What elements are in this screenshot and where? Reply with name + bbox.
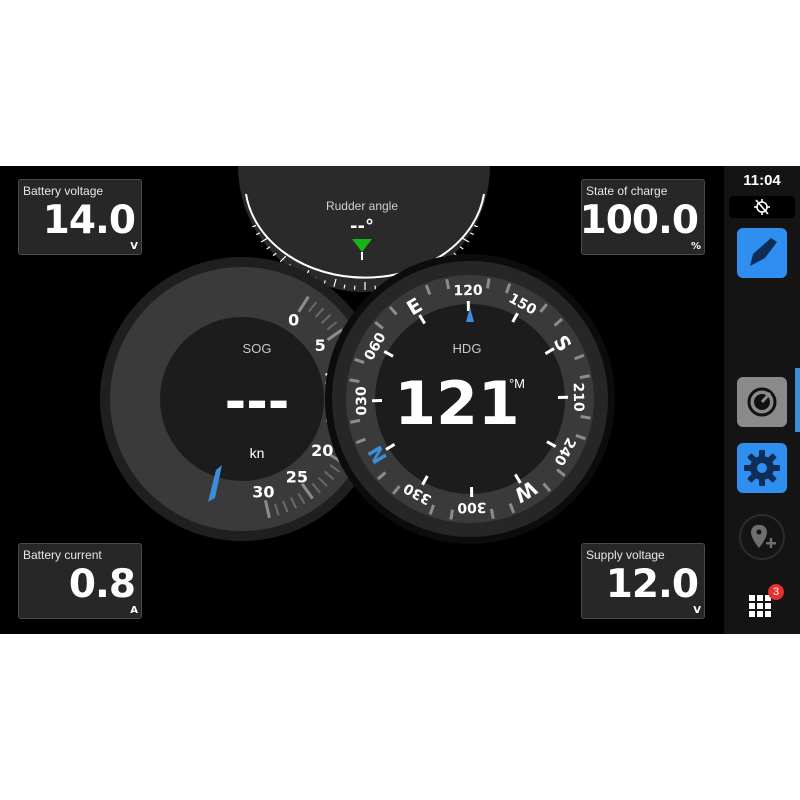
supply-voltage-box[interactable]: Supply voltage 12.0 V [581, 543, 705, 619]
state-of-charge-box[interactable]: State of charge 100.0 % [579, 179, 705, 255]
add-waypoint-button[interactable] [737, 512, 787, 562]
rudder-angle-value: --° [350, 216, 374, 237]
hdg-label: HDG [453, 341, 482, 356]
sidebar: 11:04 [724, 166, 800, 634]
no-gps-icon [754, 199, 770, 215]
compass-label: 120 [453, 283, 483, 300]
sog-tick-label: 25 [286, 468, 308, 487]
sog-value: --- [225, 372, 290, 432]
state-of-charge-unit: % [690, 241, 701, 252]
compass-tick [349, 378, 360, 383]
hdg-value: 121 [394, 369, 519, 439]
vessel-button[interactable] [737, 228, 787, 278]
state-of-charge-label: State of charge [586, 184, 668, 198]
sog-tick-label: 30 [252, 483, 274, 502]
sog-tick-label: 20 [311, 441, 333, 460]
rudder-tick [473, 224, 478, 228]
notification-badge: 3 [768, 584, 784, 600]
supply-voltage-value: 12.0 [605, 562, 699, 607]
battery-voltage-label: Battery voltage [23, 184, 104, 198]
instrument-screen: Rudder angle --° 051015202530 SOG --- kn… [0, 166, 800, 634]
rudder-tick [469, 232, 475, 236]
clock: 11:04 [743, 172, 781, 189]
state-of-charge-value: 100.0 [579, 198, 699, 243]
compass-tick [486, 278, 491, 289]
battery-current-box[interactable]: Battery current 0.8 A [18, 543, 142, 619]
battery-voltage-unit: V [130, 241, 138, 252]
sog-tick-label: 5 [315, 336, 326, 355]
compass-tick [579, 374, 591, 380]
add-waypoint-icon [739, 514, 785, 560]
battery-current-value: 0.8 [68, 562, 136, 607]
hdg-unit: °M [509, 376, 525, 391]
supply-voltage-unit: V [693, 605, 701, 616]
compass-tick [349, 418, 361, 424]
rudder-angle-label: Rudder angle [326, 199, 398, 213]
compass-label: 030 [354, 386, 371, 416]
compass-tick [449, 509, 454, 520]
battery-current-label: Battery current [23, 548, 102, 562]
boat-icon [750, 238, 777, 266]
sog-label: SOG [243, 341, 272, 356]
heading-gauge: N030060E120 150S210240W300330 HDG 121 °M [325, 254, 615, 544]
rudder-tick [343, 284, 346, 289]
battery-voltage-box[interactable]: Battery voltage 14.0 V [18, 179, 142, 255]
supply-voltage-label: Supply voltage [586, 548, 665, 562]
compass-tick [580, 415, 591, 420]
compass-tick [489, 508, 495, 520]
compass-label: 300 [457, 499, 487, 516]
settings-button[interactable] [737, 443, 787, 493]
rudder-tick [459, 246, 464, 250]
battery-voltage-value: 14.0 [42, 198, 136, 243]
compass-label: 210 [570, 382, 587, 412]
compass-tick [445, 278, 451, 290]
sonar-icon [747, 387, 777, 417]
instruments-button[interactable] [737, 377, 787, 427]
gps-status-button[interactable] [729, 196, 795, 218]
battery-current-unit: A [130, 605, 138, 616]
sog-unit: kn [250, 445, 265, 461]
sog-tick-label: 0 [288, 310, 299, 329]
gear-icon [744, 450, 780, 486]
active-page-indicator [795, 368, 800, 432]
